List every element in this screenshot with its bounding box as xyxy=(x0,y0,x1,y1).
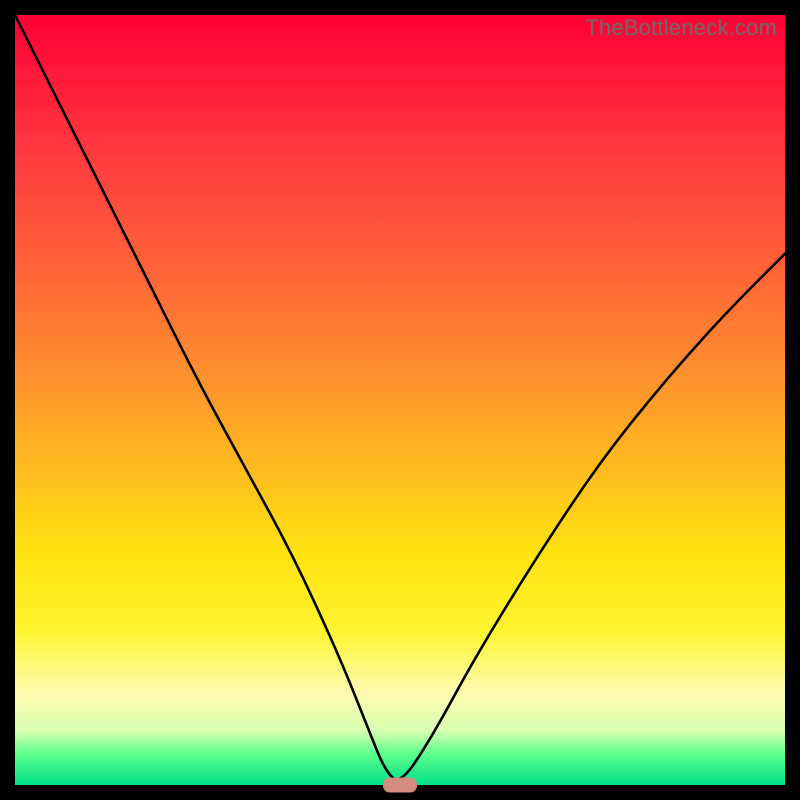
bottleneck-curve xyxy=(15,15,785,785)
plot-area: TheBottleneck.com xyxy=(15,15,785,785)
minimum-marker xyxy=(383,778,417,793)
chart-frame: TheBottleneck.com xyxy=(0,0,800,800)
curve-path xyxy=(15,15,785,779)
